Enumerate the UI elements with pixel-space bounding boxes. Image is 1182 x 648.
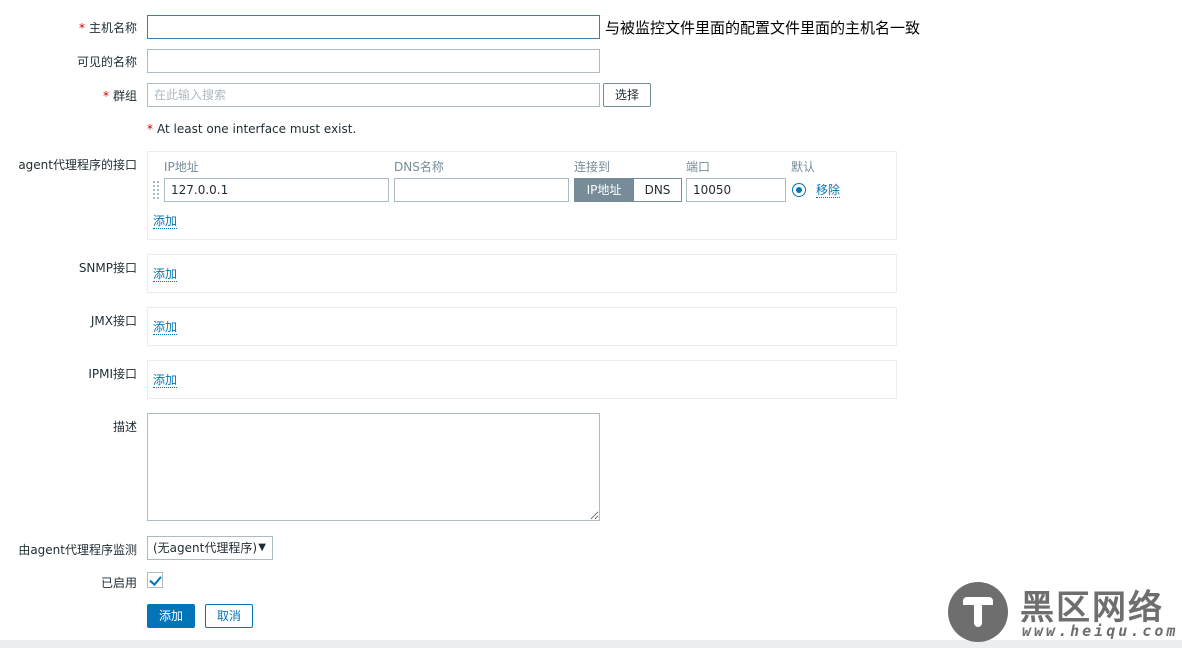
add-snmp-interface-link[interactable]: 添加 — [153, 267, 178, 282]
visible-name-label: 可见的名称 — [76, 55, 137, 69]
column-dns: DNS名称 — [394, 160, 444, 174]
watermark-url: www.heiqu.com — [1022, 622, 1179, 640]
watermark: 黑区网络 www.heiqu.com — [948, 580, 1178, 642]
description-textarea[interactable] — [147, 413, 600, 521]
column-connect-to: 连接到 — [574, 160, 611, 174]
column-default: 默认 — [791, 160, 816, 174]
interface-warning: * At least one interface must exist. — [147, 122, 357, 136]
add-host-button[interactable]: 添加 — [147, 604, 195, 628]
interface-ip-input[interactable] — [164, 178, 389, 202]
ipmi-interfaces-label: IPMI接口 — [88, 367, 137, 381]
jmx-interfaces-box — [147, 307, 897, 346]
interface-port-input[interactable] — [686, 178, 786, 202]
add-ipmi-interface-link[interactable]: 添加 — [153, 373, 178, 388]
groups-select-button[interactable]: 选择 — [603, 83, 651, 107]
column-ip: IP地址 — [164, 160, 199, 174]
column-port: 端口 — [686, 160, 711, 174]
enabled-label: 已启用 — [100, 576, 137, 590]
description-label: 描述 — [112, 420, 137, 434]
drag-handle-icon[interactable] — [153, 181, 159, 199]
connect-to-ip-toggle[interactable]: IP地址 — [574, 178, 634, 202]
interface-dns-input[interactable] — [394, 178, 569, 202]
required-mark: * — [147, 122, 153, 136]
snmp-interfaces-box — [147, 254, 897, 293]
enabled-checkbox[interactable] — [147, 572, 163, 588]
jmx-interfaces-label: JMX接口 — [90, 314, 137, 328]
dropdown-arrow-icon: ▼ — [258, 542, 266, 553]
remove-interface-link[interactable]: 移除 — [816, 183, 841, 198]
groups-label: * 群组 — [102, 89, 137, 103]
snmp-interfaces-label: SNMP接口 — [78, 261, 137, 275]
cancel-button[interactable]: 取消 — [205, 604, 253, 628]
default-interface-radio[interactable] — [792, 183, 806, 197]
proxy-selected-value: (无agent代理程序) — [153, 541, 258, 555]
visible-name-input[interactable] — [147, 49, 600, 73]
required-mark: * — [78, 21, 85, 35]
ipmi-interfaces-box — [147, 360, 897, 399]
add-agent-interface-link[interactable]: 添加 — [153, 214, 178, 229]
watermark-logo-icon — [948, 582, 1008, 642]
proxy-label: 由agent代理程序监测 — [18, 543, 137, 557]
host-name-note: 与被监控文件里面的配置文件里面的主机名一致 — [605, 19, 921, 37]
agent-interfaces-label: agent代理程序的接口 — [18, 158, 137, 172]
connect-to-dns-toggle[interactable]: DNS — [633, 178, 682, 202]
required-mark: * — [102, 89, 109, 103]
groups-search-input[interactable] — [147, 83, 600, 107]
host-name-input[interactable] — [147, 15, 600, 39]
add-jmx-interface-link[interactable]: 添加 — [153, 320, 178, 335]
proxy-select[interactable]: (无agent代理程序) ▼ — [147, 536, 273, 560]
host-name-label: * 主机名称 — [78, 21, 137, 35]
